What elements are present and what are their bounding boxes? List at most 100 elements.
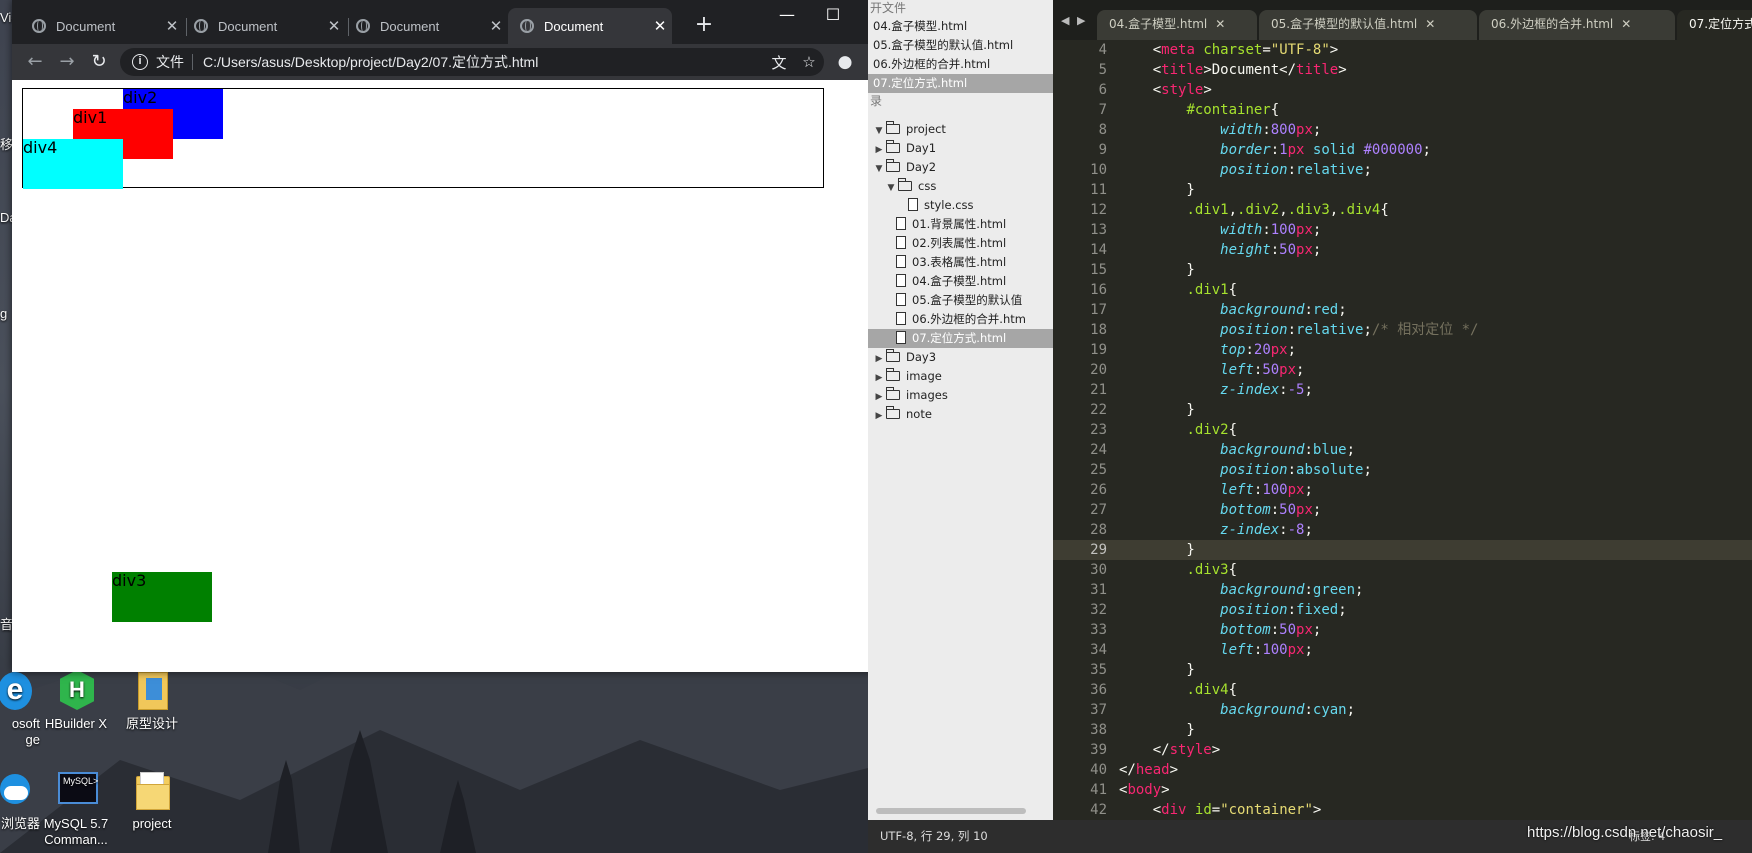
tree-item[interactable]: 01.背景属性.html	[868, 215, 1053, 234]
tab-strip: Document ✕ Document ✕ Document ✕ Documen…	[12, 0, 902, 44]
tree-item-label: 06.外边框的合并.htm	[912, 312, 1026, 326]
tree-item[interactable]: 02.列表属性.html	[868, 234, 1053, 253]
browser-icon	[0, 768, 30, 812]
reload-icon[interactable]: ↻	[86, 50, 112, 74]
translate-icon[interactable]: 文	[764, 52, 794, 73]
desktop-icon-prototype[interactable]: 原型设计	[114, 668, 190, 732]
close-icon[interactable]: ✕	[1425, 17, 1435, 31]
info-icon[interactable]: i	[132, 54, 148, 70]
code-line: }	[1119, 262, 1195, 278]
close-icon[interactable]: ✕	[322, 17, 346, 35]
open-file-item[interactable]: 05.盒子模型的默认值.html	[868, 36, 1053, 55]
line-number: 25	[1090, 462, 1107, 478]
tree-item[interactable]: ▶ note	[868, 405, 1053, 424]
chevron-right-icon[interactable]: ▶	[872, 407, 886, 426]
folder-icon	[886, 387, 900, 400]
desktop-icon-project[interactable]: project	[114, 768, 190, 832]
file-icon	[896, 331, 906, 344]
line-number: 12	[1090, 202, 1107, 218]
code-line: <meta charset="UTF-8">	[1119, 42, 1339, 58]
close-icon[interactable]: ✕	[484, 17, 508, 35]
code-line: </style>	[1119, 742, 1221, 758]
mysql-icon: MySQL>	[56, 768, 98, 812]
editor-tab[interactable]: 05.盒子模型的默认值.html ✕	[1259, 10, 1477, 40]
tree-item[interactable]: ▶ images	[868, 386, 1053, 405]
line-number-gutter: 4 5 6 7 8 9 10 11 12 13 14 15 16 17 18 19 20 21 22 23 24 25 26…	[1053, 40, 1119, 820]
file-icon	[908, 198, 918, 211]
code-line: background:blue;	[1220, 442, 1356, 458]
code-area[interactable]: <meta charset="UTF-8"> <title>Document</…	[1119, 40, 1752, 820]
tab-scroll-left-icon[interactable]: ◀	[1061, 14, 1069, 27]
open-file-item-selected[interactable]: 07.定位方式.html	[868, 74, 1053, 93]
div3-label: div3	[112, 571, 147, 590]
tree-item[interactable]: 07.定位方式.html	[868, 329, 1053, 348]
browser-tab[interactable]: Document ✕	[20, 8, 184, 44]
tree-item[interactable]: 04.盒子模型.html	[868, 272, 1053, 291]
code-line: position:relative;/* 相对定位 */	[1220, 322, 1479, 338]
line-number: 39	[1090, 742, 1107, 758]
tree-item[interactable]: ▶ image	[868, 367, 1053, 386]
editor-tab[interactable]: 06.外边框的合并.html ✕	[1479, 10, 1675, 40]
code-line: <body>	[1119, 782, 1170, 798]
tree-item[interactable]: ▼ css	[868, 177, 1053, 196]
line-number: 26	[1090, 482, 1107, 498]
tree-item[interactable]: ▼ project	[868, 120, 1053, 139]
editor-tab-active[interactable]: 07.定位方式.html	[1677, 10, 1752, 40]
line-number: 13	[1090, 222, 1107, 238]
sidebar-scrollbar[interactable]	[876, 808, 1026, 814]
code-line: bottom:50px;	[1220, 502, 1322, 518]
line-number: 23	[1090, 422, 1107, 438]
new-tab-button[interactable]: +	[690, 12, 718, 40]
tree-item[interactable]: 05.盒子模型的默认值	[868, 291, 1053, 310]
minimize-button[interactable]: —	[764, 0, 810, 30]
tree-item[interactable]: ▶ Day1	[868, 139, 1053, 158]
maximize-button[interactable]: ☐	[810, 0, 856, 30]
editor-tab[interactable]: 04.盒子模型.html ✕	[1097, 10, 1257, 40]
code-line: }	[1119, 722, 1195, 738]
tree-item[interactable]: style.css	[868, 196, 1053, 215]
file-icon	[896, 236, 906, 249]
back-icon[interactable]: ←	[22, 50, 48, 74]
code-line: border:1px solid #000000;	[1220, 142, 1431, 158]
status-bar-left: UTF-8, 行 29, 列 10	[868, 820, 1066, 853]
line-number: 34	[1090, 642, 1107, 658]
address-bar[interactable]: i 文件 C:/Users/asus/Desktop/project/Day2/…	[120, 48, 824, 76]
tree-item[interactable]: ▼ Day2	[868, 158, 1053, 177]
close-icon[interactable]: ✕	[1215, 17, 1225, 31]
code-line: .div1{	[1186, 282, 1238, 298]
desktop-icon-browser[interactable]: 浏览器	[0, 768, 40, 832]
tab-title: Document	[56, 18, 116, 34]
browser-tab[interactable]: Document ✕	[182, 8, 346, 44]
star-icon[interactable]: ☆	[794, 53, 824, 71]
open-files-header: 开文件	[870, 1, 907, 15]
tree-item[interactable]: 03.表格属性.html	[868, 253, 1053, 272]
tree-item[interactable]: 06.外边框的合并.htm	[868, 310, 1053, 329]
close-icon[interactable]: ✕	[1621, 17, 1631, 31]
forward-icon[interactable]: →	[54, 50, 80, 74]
tab-scroll-right-icon[interactable]: ▶	[1077, 14, 1085, 27]
url-text[interactable]: C:/Users/asus/Desktop/project/Day2/07.定位…	[203, 52, 764, 72]
close-icon[interactable]: ✕	[648, 17, 672, 35]
browser-toolbar: ← → ↻ i 文件 C:/Users/asus/Desktop/project…	[12, 44, 902, 80]
browser-tab-active[interactable]: Document ✕	[508, 8, 672, 44]
code-editor: ◀ ▶ 04.盒子模型.html ✕ 05.盒子模型的默认值.html ✕ 06.外…	[1053, 0, 1752, 853]
open-file-item[interactable]: 06.外边框的合并.html	[868, 55, 1053, 74]
desktop-icon-hbuilder[interactable]: H HBuilder X	[38, 668, 114, 732]
desktop-icon-mysql[interactable]: MySQL> MySQL 5.7 Comman...	[38, 768, 114, 848]
div3-box: div3	[112, 572, 212, 622]
desktop-icon-label: 浏览器	[0, 816, 40, 831]
div4-box: div4	[23, 139, 123, 189]
open-file-item[interactable]: 04.盒子模型.html	[868, 17, 1053, 36]
line-number: 22	[1090, 402, 1107, 418]
tree-item[interactable]: ▶ Day3	[868, 348, 1053, 367]
editor-tab-label: 07.定位方式.html	[1689, 17, 1752, 31]
browser-tab[interactable]: Document ✕	[344, 8, 508, 44]
tree-item-label: 05.盒子模型的默认值	[912, 293, 1023, 307]
code-line: background:green;	[1220, 582, 1364, 598]
profile-icon[interactable]: ●	[834, 52, 856, 72]
globe-icon	[520, 19, 534, 33]
close-icon[interactable]: ✕	[160, 17, 184, 35]
line-number: 17	[1090, 302, 1107, 318]
tree-item-label: Day2	[906, 160, 937, 174]
folder-icon	[886, 349, 900, 362]
